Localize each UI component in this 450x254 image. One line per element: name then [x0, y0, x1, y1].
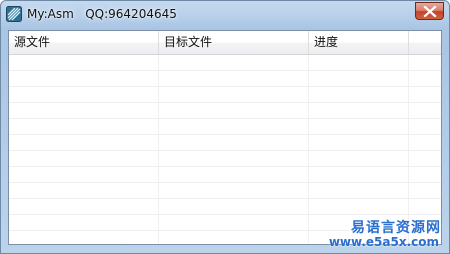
watermark-logo-text: 易语言资源网 [351, 220, 441, 236]
column-header-source-file[interactable]: 源文件 [9, 31, 159, 54]
close-button[interactable] [415, 2, 444, 20]
empty-row [9, 71, 441, 87]
empty-row [9, 103, 441, 119]
column-header-target-file[interactable]: 目标文件 [159, 31, 309, 54]
column-header-filler [409, 31, 441, 54]
title-bar[interactable]: My:Asm QQ:964204645 [1, 1, 449, 29]
empty-row [9, 167, 441, 183]
empty-row [9, 87, 441, 103]
empty-row [9, 151, 441, 167]
empty-row [9, 119, 441, 135]
app-icon[interactable] [6, 6, 22, 22]
column-header-progress[interactable]: 进度 [309, 31, 409, 54]
empty-row [9, 199, 441, 215]
watermark-url: www.e5a5x.com [328, 235, 439, 249]
file-list-view[interactable]: 源文件 目标文件 进度 [8, 30, 442, 245]
empty-row [9, 183, 441, 199]
empty-row [9, 135, 441, 151]
window-title: My:Asm QQ:964204645 [27, 7, 177, 21]
empty-row [9, 55, 441, 71]
close-icon [423, 6, 437, 17]
list-header: 源文件 目标文件 进度 [9, 31, 441, 55]
main-window: My:Asm QQ:964204645 源文件 目标文件 进度 易语言资源网 w… [0, 0, 450, 254]
